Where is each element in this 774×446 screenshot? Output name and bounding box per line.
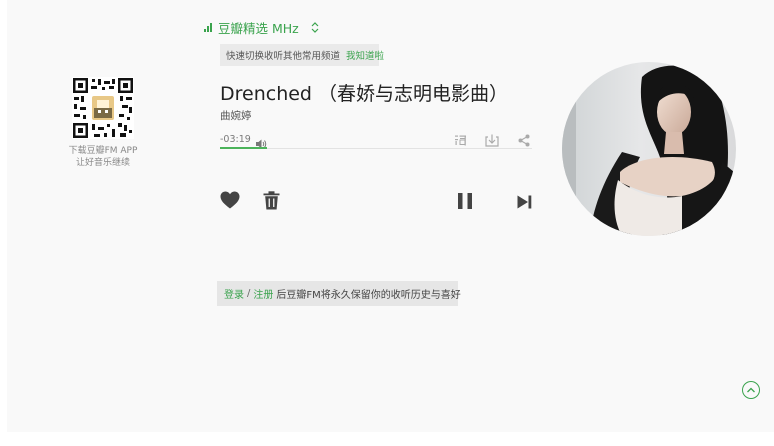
song-title: Drenched （春娇与志明电影曲） bbox=[220, 83, 509, 105]
qr-code bbox=[72, 77, 134, 139]
channel-name: 豆瓣精选 MHz bbox=[218, 20, 299, 36]
progress-bar[interactable] bbox=[220, 147, 532, 149]
app-promo-line-1: 下载豆瓣FM APP bbox=[68, 146, 138, 156]
album-cover-image bbox=[562, 62, 736, 236]
next-icon[interactable] bbox=[517, 194, 532, 213]
login-separator: / bbox=[247, 288, 251, 299]
channel-selector[interactable]: 豆瓣精选 MHz bbox=[204, 19, 319, 36]
app-promo-line-2: 让好音乐继续 bbox=[75, 158, 130, 168]
app-promo-text: 下载豆瓣FM APP 让好音乐继续 bbox=[62, 145, 144, 169]
signal-bars-icon bbox=[204, 22, 212, 32]
trash-icon[interactable] bbox=[263, 191, 280, 214]
song-artist[interactable]: 曲婉婷 bbox=[220, 108, 252, 123]
heart-icon[interactable] bbox=[220, 191, 240, 213]
login-message: 后豆瓣FM将永久保留你的收听历史与喜好 bbox=[276, 290, 461, 301]
volume-icon[interactable] bbox=[256, 134, 267, 153]
register-link[interactable]: 注册 bbox=[253, 286, 273, 301]
qr-code-icon bbox=[72, 77, 134, 139]
up-down-chevron-icon[interactable] bbox=[311, 21, 319, 33]
scroll-top-button[interactable] bbox=[742, 381, 760, 399]
pause-icon[interactable] bbox=[457, 193, 473, 213]
login-prompt: 登录 / 注册 后豆瓣FM将永久保留你的收听历史与喜好 bbox=[217, 281, 461, 306]
tip-dismiss-link[interactable]: 我知道啦 bbox=[346, 48, 384, 62]
time-remaining: -03:19 bbox=[220, 134, 251, 145]
channel-tip: 快速切换收听其他常用频道 我知道啦 bbox=[220, 44, 384, 66]
tip-text: 快速切换收听其他常用频道 bbox=[226, 51, 341, 62]
progress-fill bbox=[220, 147, 267, 149]
login-link[interactable]: 登录 bbox=[224, 286, 244, 301]
album-cover[interactable] bbox=[562, 62, 736, 236]
chevron-up-icon bbox=[747, 387, 755, 393]
